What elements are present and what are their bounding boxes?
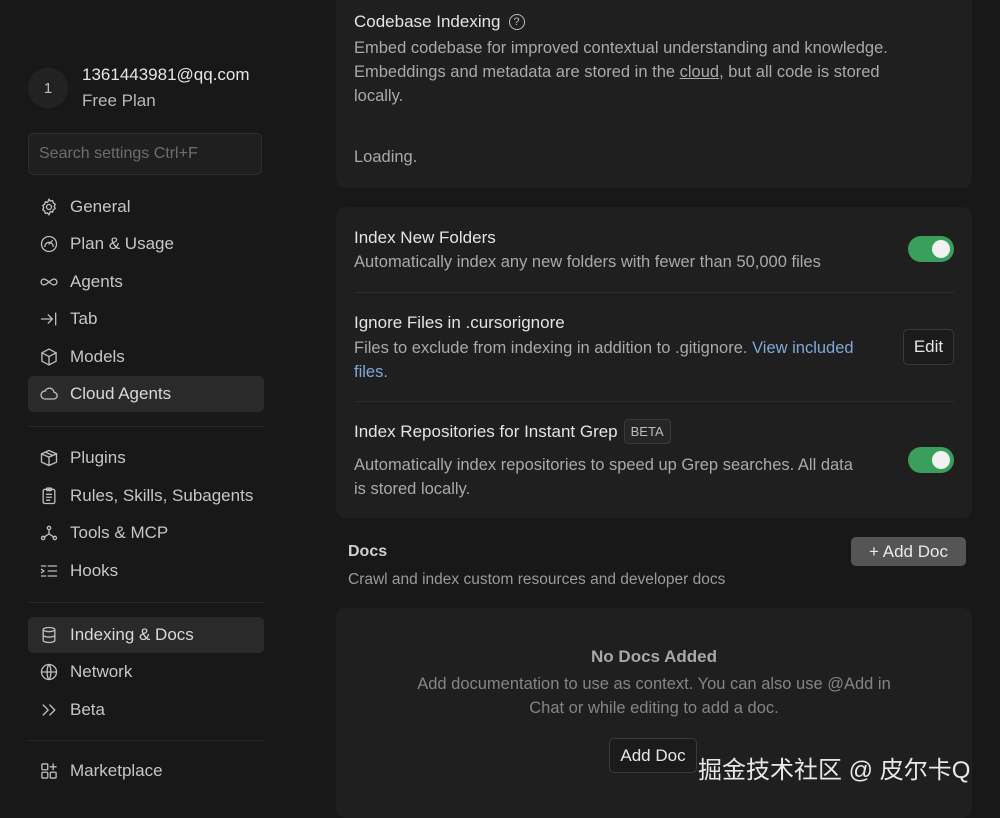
search-input[interactable]: Search settings Ctrl+F (28, 133, 262, 175)
instant-grep-title: Index Repositories for Instant Grep (354, 421, 618, 441)
sidebar-item-rules[interactable]: Rules, Skills, Subagents (28, 478, 264, 514)
sidebar-item-tab[interactable]: Tab (28, 301, 264, 337)
codebase-indexing-card: Codebase Indexing ? Embed codebase for i… (336, 0, 972, 188)
sidebar-item-agents[interactable]: Agents (28, 264, 264, 300)
sidebar-item-label: Plan & Usage (70, 234, 174, 253)
add-doc-button[interactable]: + Add Doc (851, 537, 966, 566)
indexing-settings-card: Index New Folders Automatically index an… (336, 207, 972, 518)
grid-plus-icon (38, 760, 60, 782)
index-new-folders-description: Automatically index any new folders with… (354, 253, 821, 271)
sidebar-item-label: Network (70, 662, 133, 681)
package-icon (38, 447, 60, 469)
user-plan: Free Plan (82, 91, 156, 110)
sidebar-divider (28, 740, 264, 741)
chevrons-right-icon (38, 699, 60, 721)
sidebar-item-label: Cloud Agents (70, 384, 172, 403)
sidebar-item-marketplace[interactable]: Marketplace (28, 753, 264, 789)
settings-sidebar: 1 1361443981@qq.com Free Plan Search set… (0, 0, 290, 803)
sidebar-item-label: Indexing & Docs (70, 625, 194, 644)
row-divider (354, 292, 954, 293)
sidebar-item-network[interactable]: Network (28, 654, 264, 690)
index-new-folders-toggle[interactable] (908, 236, 954, 262)
instant-grep-toggle[interactable] (908, 447, 954, 473)
avatar: 1 (28, 68, 68, 108)
sidebar-divider (28, 426, 264, 427)
index-new-folders-title: Index New Folders (354, 228, 496, 247)
beta-badge: BETA (623, 419, 671, 444)
sidebar-item-plan-usage[interactable]: Plan & Usage (28, 226, 264, 262)
sidebar-item-label: Plugins (70, 448, 126, 467)
sidebar-divider (28, 602, 264, 603)
cube-icon (38, 346, 60, 368)
globe-icon (38, 661, 60, 683)
indexing-status: Loading. (354, 148, 418, 166)
watermark: 掘金技术社区 @ 皮尔卡Q (698, 757, 971, 784)
docs-subheading: Crawl and index custom resources and dev… (348, 571, 726, 588)
gauge-icon (38, 233, 60, 255)
user-profile[interactable]: 1 1361443981@qq.com Free Plan (28, 62, 250, 114)
codebase-indexing-title: Codebase Indexing (354, 12, 501, 31)
tab-arrow-icon (38, 308, 60, 330)
sidebar-item-label: Tools & MCP (70, 523, 169, 542)
sidebar-item-label: Beta (70, 700, 105, 719)
no-docs-description: Add documentation to use as context. You… (417, 675, 891, 717)
database-icon (38, 624, 60, 646)
sidebar-item-plugins[interactable]: Plugins (28, 440, 264, 476)
row-divider (354, 401, 954, 402)
nodes-icon (38, 522, 60, 544)
sidebar-item-label: Marketplace (70, 761, 163, 780)
help-icon[interactable]: ? (508, 14, 525, 30)
add-doc-empty-button[interactable]: Add Doc (609, 738, 697, 773)
sidebar-item-label: Hooks (70, 561, 119, 580)
clipboard-icon (38, 485, 60, 507)
user-email: 1361443981@qq.com (82, 65, 250, 84)
sidebar-item-tools-mcp[interactable]: Tools & MCP (28, 515, 264, 551)
list-hook-icon (38, 560, 60, 582)
docs-empty-card: No Docs Added Add documentation to use a… (336, 608, 972, 818)
instant-grep-description: Automatically index repositories to spee… (354, 456, 853, 498)
sidebar-item-cloud-agents[interactable]: Cloud Agents (28, 376, 264, 412)
sidebar-item-models[interactable]: Models (28, 339, 264, 375)
gear-icon (38, 196, 60, 218)
ignore-files-title: Ignore Files in .cursorignore (354, 313, 565, 332)
docs-heading: Docs (348, 543, 388, 560)
infinity-icon (38, 271, 60, 293)
sidebar-item-beta[interactable]: Beta (28, 692, 264, 728)
edit-button[interactable]: Edit (903, 329, 954, 365)
sidebar-item-label: Models (70, 347, 125, 366)
sidebar-item-hooks[interactable]: Hooks (28, 553, 264, 589)
ignore-files-description: Files to exclude from indexing in additi… (354, 339, 854, 381)
sidebar-item-label: Agents (70, 272, 123, 291)
sidebar-item-general[interactable]: General (28, 189, 264, 225)
sidebar-item-indexing-docs[interactable]: Indexing & Docs (28, 617, 264, 653)
sidebar-item-label: General (70, 197, 131, 216)
cloud-icon (38, 383, 60, 405)
sidebar-item-label: Tab (70, 309, 98, 328)
no-docs-title: No Docs Added (591, 647, 717, 666)
sidebar-item-label: Rules, Skills, Subagents (70, 486, 254, 505)
cloud-link[interactable]: cloud (680, 63, 719, 81)
codebase-indexing-description: Embed codebase for improved contextual u… (354, 39, 888, 105)
